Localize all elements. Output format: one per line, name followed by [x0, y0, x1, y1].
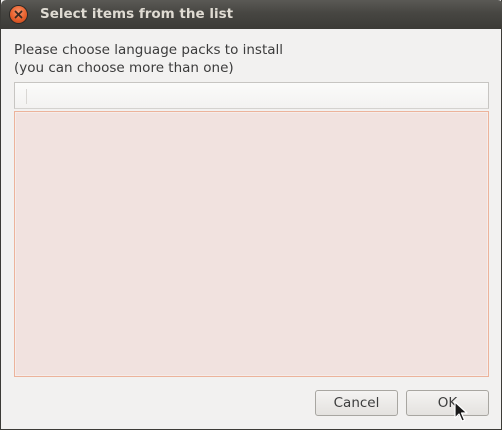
- title-bar[interactable]: Select items from the list: [1, 0, 502, 29]
- column-separator[interactable]: [26, 89, 27, 104]
- prompt-line-2: (you can choose more than one): [14, 60, 234, 76]
- list-column-header[interactable]: [14, 82, 489, 109]
- dialog-prompt: Please choose language packs to install …: [14, 41, 283, 77]
- prompt-line-1: Please choose language packs to install: [14, 42, 284, 58]
- ok-button[interactable]: OK: [406, 390, 489, 416]
- language-pack-list[interactable]: [14, 111, 489, 377]
- window-title: Select items from the list: [40, 6, 234, 22]
- close-icon: [14, 10, 23, 19]
- cancel-button[interactable]: Cancel: [315, 390, 398, 416]
- dialog-window: Select items from the list Please choose…: [0, 0, 502, 430]
- close-button[interactable]: [10, 6, 27, 23]
